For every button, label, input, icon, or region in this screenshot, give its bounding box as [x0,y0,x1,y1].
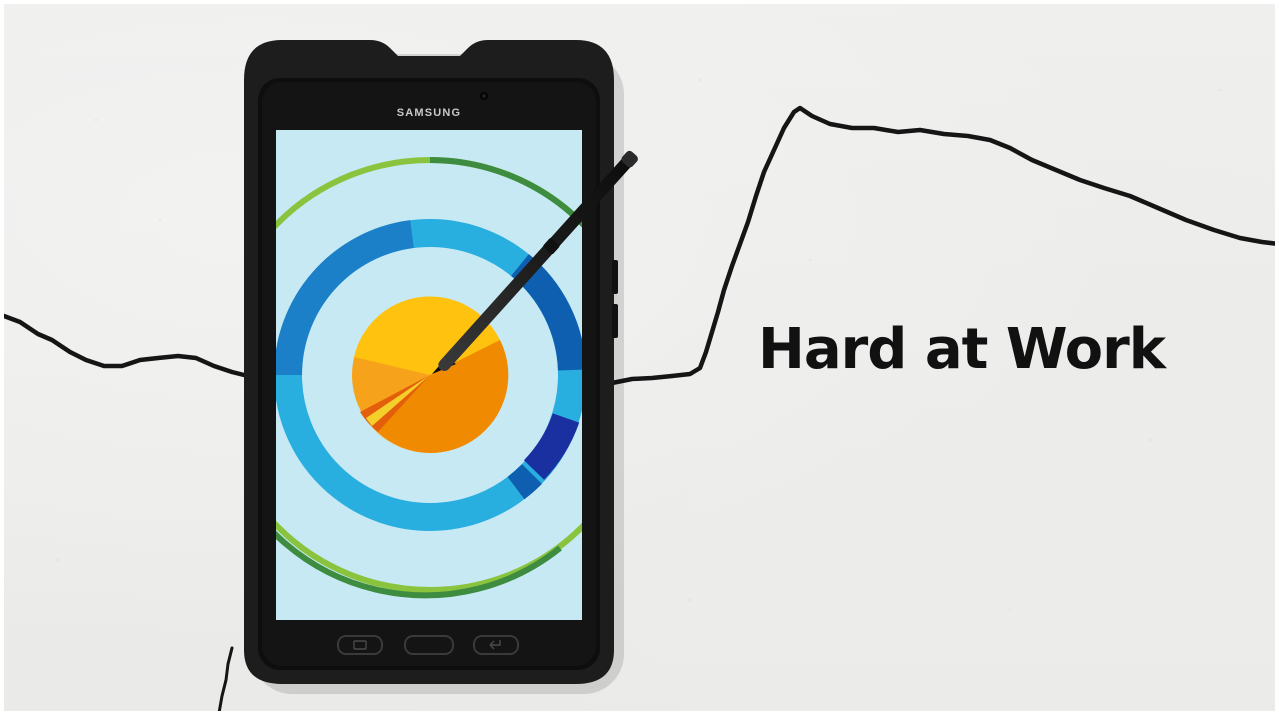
headline: Hard at Work [758,317,1166,382]
hero-banner: SAMSUNG Hard at Work [0,0,1279,715]
volume-button [612,260,618,294]
power-button [612,304,618,338]
target-chart-illustration [276,157,582,599]
device-brand-label: SAMSUNG [397,107,462,119]
